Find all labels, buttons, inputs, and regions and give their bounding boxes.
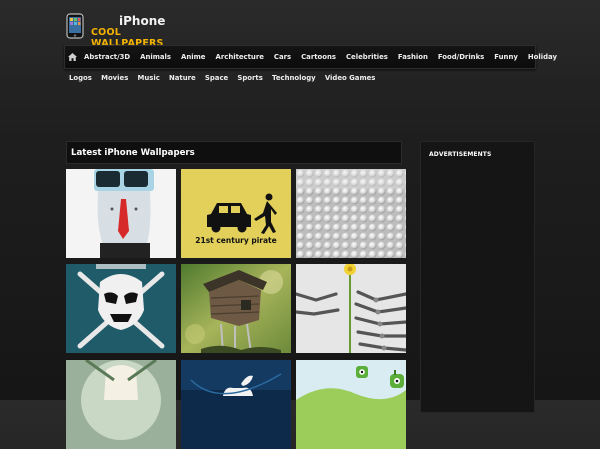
wallpaper-thumb-figure[interactable] — [66, 169, 176, 258]
wallpaper-bird-image — [66, 360, 176, 449]
wallpaper-thumb-bird[interactable] — [66, 360, 176, 449]
nav-item-cars[interactable]: Cars — [269, 53, 296, 61]
nav-item-technology[interactable]: Technology — [267, 74, 320, 82]
nav-item-architecture[interactable]: Architecture — [211, 53, 269, 61]
nav-item-holiday[interactable]: Holiday — [523, 53, 562, 61]
nav-item-music[interactable]: Music — [133, 74, 165, 82]
home-icon — [68, 53, 77, 61]
nav-item-anime[interactable]: Anime — [176, 53, 210, 61]
nav-item-nature[interactable]: Nature — [164, 74, 200, 82]
nav-item-space[interactable]: Space — [200, 74, 233, 82]
wallpaper-thumb-apple[interactable] — [181, 360, 291, 449]
nav-home[interactable] — [68, 46, 77, 68]
nav-item-video-games[interactable]: Video Games — [320, 74, 380, 82]
wallpaper-pirate-image: 21st century pirate — [181, 169, 291, 258]
wallpaper-thumb-stormtrooper[interactable] — [66, 264, 176, 353]
wallpaper-grid: 21st century pirate — [66, 169, 408, 449]
wallpaper-thumb-aliens[interactable] — [296, 360, 406, 449]
nav-item-cartoons[interactable]: Cartoons — [296, 53, 341, 61]
wallpaper-treehouse-image — [181, 264, 291, 353]
section-title: Latest iPhone Wallpapers — [66, 141, 402, 164]
nav-item-sports[interactable]: Sports — [233, 74, 268, 82]
pirate-caption: 21st century pirate — [195, 236, 276, 245]
wallpaper-thumb-spheres[interactable] — [296, 169, 406, 258]
sidebar-advertisements: ADVERTISEMENTS — [420, 141, 535, 413]
sidebar-title: ADVERTISEMENTS — [429, 151, 492, 158]
wallpaper-aliens-image — [296, 360, 406, 449]
iphone-logo-icon — [66, 13, 84, 39]
nav-item-fashion[interactable]: Fashion — [393, 53, 433, 61]
nav-item-abstract[interactable]: Abstract/3D — [79, 53, 135, 61]
primary-nav: Abstract/3D Animals Anime Architecture C… — [64, 45, 557, 69]
wallpaper-robot-arms-image — [296, 264, 406, 353]
section-title-text: Latest iPhone Wallpapers — [71, 147, 195, 158]
wallpaper-thumb-pirate[interactable]: 21st century pirate — [181, 169, 291, 258]
secondary-nav: Logos Movies Music Nature Space Sports T… — [65, 72, 380, 84]
nav-item-food-drinks[interactable]: Food/Drinks — [433, 53, 489, 61]
wallpaper-stormtrooper-image — [66, 264, 176, 353]
wallpaper-spheres-image — [296, 169, 406, 258]
logo-title: iPhone — [119, 14, 166, 28]
nav-item-celebrities[interactable]: Celebrities — [341, 53, 393, 61]
nav-item-movies[interactable]: Movies — [97, 74, 133, 82]
wallpaper-figure-image — [66, 169, 176, 258]
wallpaper-thumb-treehouse[interactable] — [181, 264, 291, 353]
wallpaper-thumb-robot-arms[interactable] — [296, 264, 406, 353]
nav-item-animals[interactable]: Animals — [135, 53, 176, 61]
nav-item-funny[interactable]: Funny — [489, 53, 523, 61]
wallpaper-apple-image — [181, 360, 291, 449]
nav-item-logos[interactable]: Logos — [65, 74, 97, 82]
site-logo[interactable]: iPhone COOL WALLPAPERS — [66, 13, 186, 49]
